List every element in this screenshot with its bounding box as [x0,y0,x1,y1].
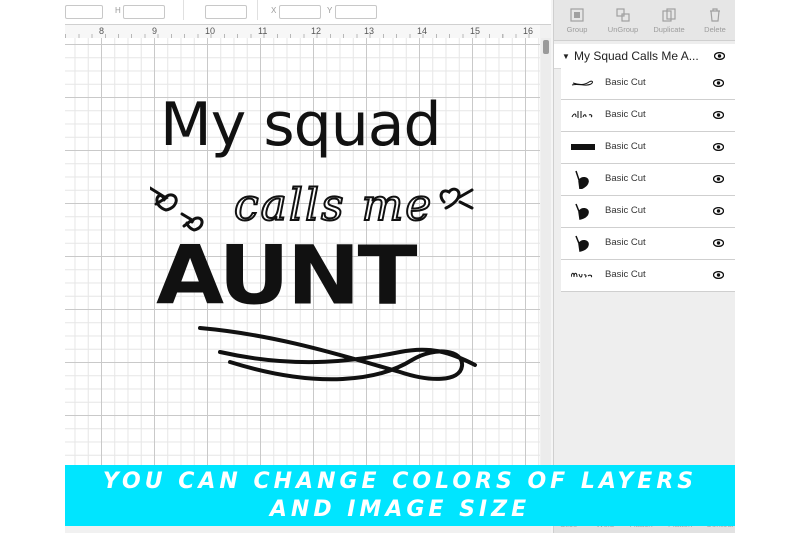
heart-thumb-icon [575,170,589,189]
heart-icon [150,186,178,212]
group-button[interactable]: Group [554,0,600,40]
ruler-number: 15 [470,26,481,36]
eye-icon[interactable] [714,52,725,60]
ruler-number: 11 [258,26,268,36]
layer-group-header[interactable]: ▼ My Squad Calls Me A... [554,44,735,69]
collapse-arrow-icon[interactable]: ▼ [562,52,570,61]
group-label: Group [566,25,588,34]
ungroup-icon [616,8,630,22]
banner-line-2: AND IMAGE SIZE [269,497,531,522]
layer-name: Basic Cut [605,109,646,120]
ungroup-button[interactable]: UnGroup [600,0,646,40]
duplicate-label: Duplicate [653,25,685,34]
layer-row[interactable]: Basic Cut [561,164,735,196]
eye-icon[interactable] [713,271,724,279]
layer-name: Basic Cut [605,77,646,88]
layer-row[interactable]: Basic Cut [561,228,735,260]
swash-flourish [198,326,477,382]
swirl-thumb-icon [571,80,593,86]
layer-name: Basic Cut [605,141,646,152]
my-squad-thumb-icon [571,272,593,278]
rotate-field[interactable] [205,5,247,19]
calls-me-thumb-icon [571,111,593,118]
y-position-field[interactable] [335,5,377,19]
height-field[interactable] [123,5,165,19]
heart-thumb-icon [575,203,589,220]
ruler-number: 12 [311,26,322,36]
height-label: H [115,6,121,15]
layer-row[interactable]: Basic Cut [561,132,735,164]
ruler-number: 16 [523,26,534,36]
eye-icon[interactable] [713,143,724,151]
ruler-number: 8 [99,26,105,36]
layer-row[interactable]: Basic Cut [561,196,735,228]
layer-row[interactable]: Basic Cut [561,100,735,132]
duplicate-button[interactable]: Duplicate [646,0,692,40]
ruler-number: 13 [364,26,375,36]
layers-panel: Group UnGroup Duplicate Delete ▼ My Squa… [553,0,735,533]
ruler-number: 9 [152,26,158,36]
layer-row[interactable]: Basic Cut [561,68,735,100]
heart-thumb-icon [575,235,589,252]
layer-row[interactable]: Basic Cut [561,260,735,292]
scrollbar-thumb[interactable] [543,40,549,54]
eye-icon[interactable] [713,111,724,119]
x-position-field[interactable] [279,5,321,19]
app-frame: H X Y 8 9 10 11 12 13 14 15 16 My squad … [65,0,735,533]
toolbar-divider [257,0,258,20]
banner-line-1: YOU CAN CHANGE COLORS OF LAYERS [102,469,698,494]
duplicate-icon [662,8,676,22]
ruler-number: 14 [417,26,428,36]
aunt-thumb-icon [571,144,595,150]
y-label: Y [327,6,333,15]
layer-name: Basic Cut [605,205,646,216]
eye-icon[interactable] [713,239,724,247]
layer-name: Basic Cut [605,173,646,184]
trash-icon [710,8,720,22]
eye-icon[interactable] [713,207,724,215]
delete-label: Delete [704,25,726,34]
eye-icon[interactable] [713,175,724,183]
layer-tools: Group UnGroup Duplicate Delete [554,0,735,41]
caption-banner: YOU CAN CHANGE COLORS OF LAYERS AND IMAG… [65,465,735,526]
ungroup-label: UnGroup [607,25,639,34]
top-toolbar: H X Y [65,0,552,25]
x-label: X [271,6,277,15]
layer-name: Basic Cut [605,269,646,280]
group-icon [570,8,584,22]
delete-button[interactable]: Delete [692,0,735,40]
heart-icon [439,187,474,210]
heart-icon [180,212,204,232]
ruler-number: 10 [205,26,216,36]
group-title: My Squad Calls Me A... [574,49,699,63]
eye-icon[interactable] [713,79,724,87]
width-field[interactable] [65,5,103,19]
toolbar-divider [183,0,184,20]
vertical-scrollbar[interactable] [541,38,551,468]
layer-name: Basic Cut [605,237,646,248]
horizontal-ruler: 8 9 10 11 12 13 14 15 16 [65,25,540,39]
svg-design-artwork[interactable]: My squad calls me AUNT [150,90,490,400]
design-decorations [150,186,477,382]
